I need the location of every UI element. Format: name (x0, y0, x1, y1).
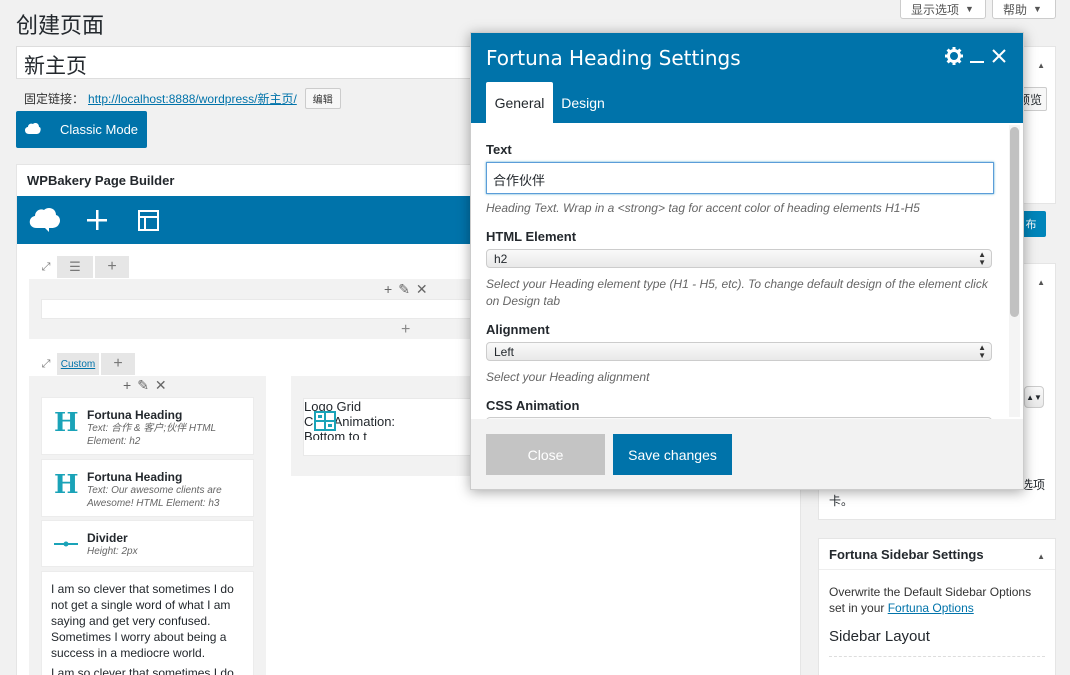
element-desc: Text: 合作 & 客户;伙伴 HTML Element: h2 (87, 423, 216, 447)
heading-icon: H (54, 470, 79, 500)
caret-down-icon: ▼ (965, 4, 974, 14)
heading-settings-modal: Fortuna Heading Settings General Design (470, 32, 1024, 490)
permalink-label: 固定链接： (24, 92, 85, 106)
row-add-column-icon[interactable]: + (95, 256, 129, 278)
help-button[interactable]: 帮助 ▼ (992, 0, 1056, 19)
tab-note-end: 卡。 (829, 494, 854, 508)
modal-header-controls (945, 47, 1007, 65)
sidebar-settings-desc: Overwrite the Default Sidebar Options se… (829, 584, 1044, 616)
sidebar-layout-heading: Sidebar Layout (829, 628, 930, 645)
alignment-help: Select your Heading alignment (486, 370, 650, 384)
add-icon[interactable]: + (123, 377, 131, 394)
modal-body: Text 合作伙伴 Heading Text. Wrap in a <stron… (471, 123, 1023, 419)
page-title: 创建页面 (16, 13, 105, 38)
add-icon[interactable]: + (384, 281, 392, 298)
minimize-icon[interactable] (969, 47, 985, 65)
post-title-input[interactable]: 新主页 (16, 46, 486, 79)
cloud-icon (25, 123, 41, 134)
sidebar-settings-title: Fortuna Sidebar Settings (829, 547, 984, 562)
tab-note-tail: 选项 (1021, 478, 1046, 492)
dashed-divider (829, 656, 1045, 657)
element-title: Divider (87, 531, 128, 545)
modal-footer: Close Save changes (471, 419, 1023, 489)
fortuna-sidebar-settings-box: Fortuna Sidebar Settings ▲ Overwrite the… (818, 538, 1056, 675)
select-arrows-icon: ▲ ▼ (978, 250, 986, 267)
pencil-icon[interactable]: ✎ (137, 377, 149, 394)
help-label: 帮助 (1003, 2, 1028, 17)
html-element-label: HTML Element (486, 229, 577, 244)
wpbakery-title: WPBakery Page Builder (27, 173, 175, 188)
heading-text-input[interactable]: 合作伙伴 (486, 162, 994, 194)
empty-column[interactable] (41, 299, 485, 319)
logo-grid-icon (314, 411, 336, 431)
scrollbar-thumb[interactable] (1010, 127, 1019, 317)
text-block-content-2: I am so clever that sometimes I do (51, 666, 234, 675)
permalink-link[interactable]: http://localhost:8888/wordpress/新主页/ (88, 90, 297, 107)
custom-tab[interactable]: Custom (57, 353, 99, 375)
row-add-column-icon[interactable]: + (101, 353, 135, 375)
gear-icon[interactable] (945, 47, 963, 65)
element-fortuna-heading-1[interactable]: H Fortuna Heading Text: 合作 & 客户;伙伴 HTML … (41, 397, 254, 455)
row-expand-icon[interactable]: ⤢ (35, 353, 57, 375)
alignment-value: Left (494, 345, 515, 359)
templates-icon[interactable] (138, 210, 159, 231)
element-desc: Height: 2px (87, 546, 138, 557)
close-icon[interactable]: ✕ (416, 281, 428, 298)
caret-down-icon: ▼ (1033, 4, 1042, 14)
text-block-content: I am so clever that sometimes I do not g… (51, 582, 234, 660)
toggle-arrow-icon[interactable]: ▲ (1037, 61, 1045, 70)
close-icon[interactable] (991, 48, 1007, 64)
close-button[interactable]: Close (486, 434, 605, 475)
save-changes-button[interactable]: Save changes (613, 434, 732, 475)
alignment-label: Alignment (486, 322, 550, 337)
modal-scrollbar[interactable] (1009, 125, 1020, 417)
css-animation-label: CSS Animation (486, 398, 580, 413)
permalink-edit-button[interactable]: 编辑 (304, 88, 341, 109)
add-element-icon[interactable]: + (401, 321, 410, 339)
tab-general[interactable]: General (486, 82, 553, 123)
text-field-help: Heading Text. Wrap in a <strong> tag for… (486, 201, 920, 215)
html-element-select[interactable]: h2 ▲ ▼ (486, 249, 992, 268)
element-logo-grid[interactable]: Logo Grid CSS Animation: Bottom to t 211… (303, 398, 487, 456)
pencil-icon[interactable]: ✎ (398, 281, 410, 298)
fortuna-options-link[interactable]: Fortuna Options (888, 601, 974, 615)
template-select[interactable]: ▲▼ (1024, 386, 1044, 408)
select-arrows-icon: ▲ ▼ (978, 343, 986, 360)
divider (819, 569, 1055, 570)
modal-title: Fortuna Heading Settings (486, 46, 741, 70)
row-2-controls: ⤢ Custom + (35, 353, 135, 375)
add-element-icon[interactable] (87, 210, 107, 230)
classic-mode-button[interactable]: Classic Mode (16, 111, 147, 148)
tab-design[interactable]: Design (553, 82, 613, 123)
html-element-help: Select your Heading element type (H1 - H… (486, 277, 988, 308)
close-icon[interactable]: ✕ (155, 377, 167, 394)
screen-options-button[interactable]: 显示选项 ▼ (900, 0, 986, 19)
element-desc: Text: Our awesome clients are Awesome! H… (87, 485, 222, 509)
classic-mode-label: Classic Mode (60, 122, 139, 137)
heading-icon: H (54, 408, 79, 438)
row-expand-icon[interactable]: ⤢ (35, 256, 57, 278)
alignment-select[interactable]: Left ▲ ▼ (486, 342, 992, 361)
wpbakery-logo-icon[interactable] (29, 206, 61, 232)
element-title: Fortuna Heading (87, 470, 183, 484)
divider-icon (54, 541, 78, 547)
element-divider[interactable]: Divider Height: 2px (41, 520, 254, 567)
column-controls: + ✎ ✕ (123, 377, 167, 394)
element-text-block[interactable]: I am so clever that sometimes I do not g… (41, 571, 254, 675)
row-1: + ✎ ✕ + (29, 279, 485, 339)
modal-header: Fortuna Heading Settings General Design (471, 33, 1023, 123)
screen-options-label: 显示选项 (911, 2, 960, 17)
permalink: 固定链接： http://localhost:8888/wordpress/新主… (24, 88, 341, 109)
row-drag-handle[interactable]: ☰ (57, 256, 93, 278)
column-controls: + ✎ ✕ (384, 281, 428, 298)
element-title: Fortuna Heading (87, 408, 183, 422)
toggle-arrow-icon[interactable]: ▲ (1037, 278, 1045, 287)
text-field-label: Text (486, 142, 512, 157)
toggle-arrow-icon[interactable]: ▲ (1037, 552, 1045, 561)
row-1-controls: ⤢ ☰ + (35, 256, 129, 278)
html-element-value: h2 (494, 252, 508, 266)
element-fortuna-heading-2[interactable]: H Fortuna Heading Text: Our awesome clie… (41, 459, 254, 517)
